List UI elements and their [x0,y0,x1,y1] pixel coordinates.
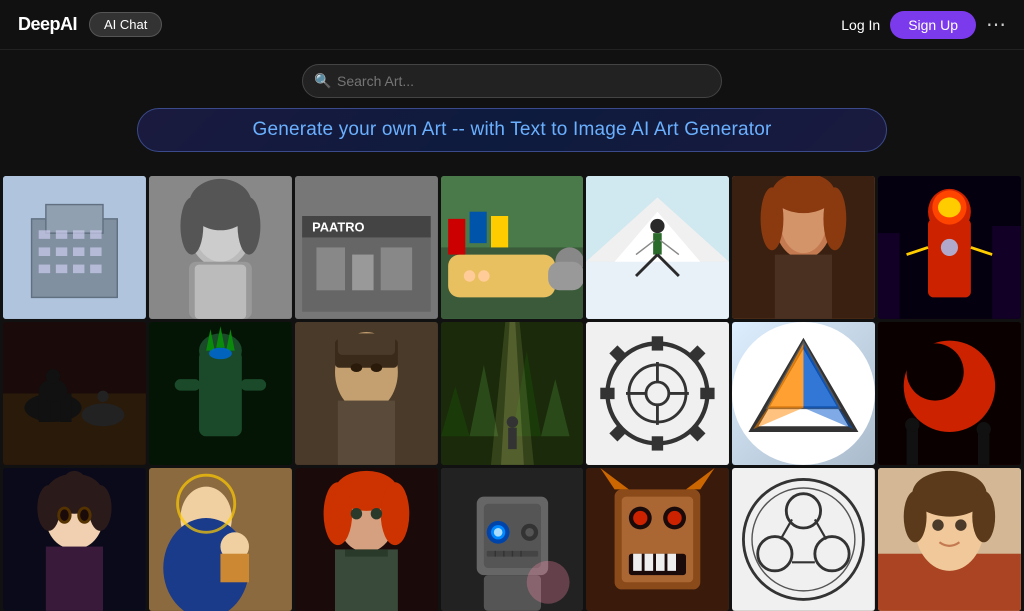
grid-item[interactable] [295,468,438,611]
brand-logo: DeepAI [18,14,77,35]
search-icon: 🔍 [314,73,331,90]
svg-text:PAATRO: PAATRO [312,220,364,235]
grid-item[interactable] [878,176,1021,319]
grid-item[interactable] [586,176,729,319]
image-grid: PAATRO [0,176,1024,611]
headline-banner: Generate your own Art -- with Text to Im… [137,108,887,152]
signup-button[interactable]: Sign Up [890,11,976,39]
grid-item[interactable] [586,468,729,611]
navbar: DeepAI AI Chat Log In Sign Up ⋯ [0,0,1024,50]
search-wrapper: 🔍 [302,64,722,98]
ai-chat-button[interactable]: AI Chat [89,12,162,37]
grid-item[interactable] [441,322,584,465]
grid-item[interactable] [732,468,875,611]
search-area: 🔍 [0,50,1024,108]
grid-item[interactable] [878,468,1021,611]
search-input[interactable] [302,64,722,98]
grid-item[interactable] [441,176,584,319]
more-icon: ⋯ [986,12,1006,37]
nav-right: Log In Sign Up ⋯ [841,11,1006,39]
grid-item[interactable] [732,176,875,319]
grid-item[interactable] [441,468,584,611]
grid-item[interactable] [3,468,146,611]
grid-item[interactable] [149,176,292,319]
grid-item[interactable] [732,322,875,465]
headline-text: Generate your own Art -- with Text to Im… [252,119,771,140]
grid-item[interactable] [149,322,292,465]
more-options-button[interactable]: ⋯ [986,12,1006,37]
grid-item[interactable] [3,176,146,319]
nav-left: DeepAI AI Chat [18,12,162,37]
grid-item[interactable] [586,322,729,465]
grid-item[interactable] [3,322,146,465]
grid-item[interactable] [149,468,292,611]
grid-item[interactable]: PAATRO [295,176,438,319]
login-button[interactable]: Log In [841,17,880,33]
grid-item[interactable] [295,322,438,465]
grid-item[interactable] [878,322,1021,465]
